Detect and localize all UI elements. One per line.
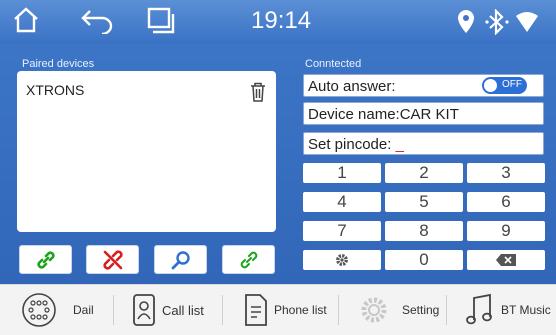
paired-devices-title: Paired devices: [22, 58, 95, 70]
pincode-label: Set pincode:: [308, 136, 392, 153]
phone-list-icon: [245, 294, 267, 326]
toggle-state: OFF: [502, 79, 522, 90]
key-3[interactable]: 3: [467, 163, 545, 183]
nav-label: Call list: [162, 302, 204, 318]
toggle-knob: [484, 79, 497, 92]
disconnect-icon: [102, 249, 123, 270]
paired-device-item[interactable]: XTRONS: [26, 82, 84, 98]
call-list-icon: [133, 294, 155, 326]
pincode-field[interactable]: Set pincode: _: [303, 132, 544, 155]
nav-bt-music[interactable]: BT Music: [465, 285, 551, 335]
connect-button[interactable]: [19, 245, 72, 274]
home-icon[interactable]: [12, 6, 40, 34]
nav-phone-list[interactable]: Phone list: [244, 285, 327, 335]
key-9[interactable]: 9: [467, 221, 545, 241]
nav-call-list[interactable]: Call list: [132, 285, 204, 335]
setting-icon: [361, 297, 387, 323]
wifi-icon: [516, 12, 538, 32]
back-icon[interactable]: [80, 6, 114, 34]
nav-dail[interactable]: Dail: [21, 285, 94, 335]
nav-setting[interactable]: Setting: [358, 285, 439, 335]
divider: [338, 295, 339, 325]
search-icon: [171, 250, 190, 269]
backspace-icon: [496, 254, 516, 266]
disconnect-button[interactable]: [86, 245, 139, 274]
pair-icon: [240, 251, 257, 268]
divider: [113, 295, 114, 325]
key-5[interactable]: 5: [385, 192, 463, 212]
bottom-navigation: Dail Call list Phone list Setting BT Mus…: [0, 284, 556, 335]
music-icon: [466, 293, 492, 325]
nav-label: BT Music: [501, 303, 551, 317]
bluetooth-icon: [485, 9, 509, 35]
location-icon: [458, 10, 474, 33]
clock: 19:14: [251, 7, 312, 34]
device-name-field[interactable]: Device name:CAR KIT: [303, 102, 544, 125]
key-0[interactable]: 0: [385, 250, 463, 270]
search-button[interactable]: [154, 245, 207, 274]
nav-label: Dail: [73, 303, 94, 317]
key-6[interactable]: 6: [467, 192, 545, 212]
key-4[interactable]: 4: [303, 192, 381, 212]
recent-apps-icon[interactable]: [146, 6, 176, 34]
connected-title: Conntected: [305, 58, 362, 70]
auto-answer-label: Auto answer:: [308, 78, 396, 95]
nav-label: Setting: [402, 303, 440, 317]
divider: [222, 295, 223, 325]
key-7[interactable]: 7: [303, 221, 381, 241]
pincode-cursor: _: [395, 136, 404, 153]
divider: [446, 295, 447, 325]
nav-label: Phone list: [274, 303, 327, 317]
key-8[interactable]: 8: [385, 221, 463, 241]
auto-answer-toggle[interactable]: OFF: [482, 77, 527, 94]
key-1[interactable]: 1: [303, 163, 381, 183]
settings-key[interactable]: [303, 250, 381, 270]
connect-icon: [36, 250, 55, 269]
key-2[interactable]: 2: [385, 163, 463, 183]
gear-icon: [336, 254, 348, 266]
status-bar: 19:14: [0, 0, 556, 44]
dialpad-icon: [22, 293, 56, 327]
pair-button[interactable]: [222, 245, 275, 274]
delete-icon[interactable]: [250, 82, 266, 102]
backspace-key[interactable]: [467, 250, 545, 270]
